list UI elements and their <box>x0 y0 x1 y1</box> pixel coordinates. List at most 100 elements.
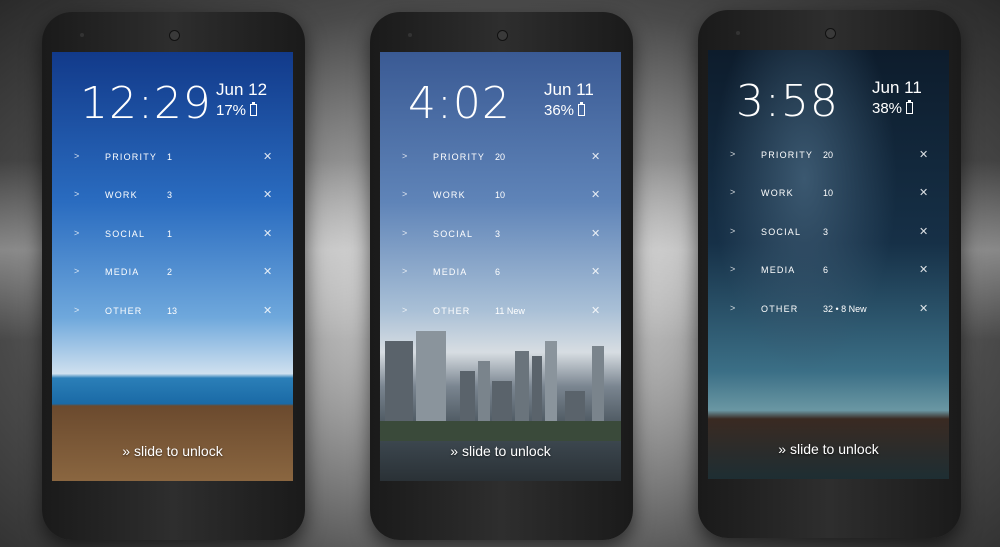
chevron-right-icon[interactable]: > <box>730 149 736 159</box>
battery-icon <box>578 102 586 116</box>
battery-level: 17% <box>216 102 247 119</box>
lock-screen: 3:58 Jun 11 38% > PRIORITY 20 ✕ > WORK 1… <box>708 50 949 479</box>
chevron-right-icon[interactable]: > <box>402 151 408 161</box>
group-count: 32 • 8 New <box>823 303 867 314</box>
group-count: 6 <box>495 267 501 278</box>
group-count: 20 <box>823 150 834 160</box>
group-label: OTHER <box>105 305 143 316</box>
close-icon[interactable]: ✕ <box>919 186 929 199</box>
close-icon[interactable]: ✕ <box>591 265 601 278</box>
sensor <box>736 31 740 35</box>
battery-status: 38% <box>872 100 914 117</box>
chevron-right-icon[interactable]: > <box>402 228 408 238</box>
close-icon[interactable]: ✕ <box>919 225 929 238</box>
close-icon[interactable]: ✕ <box>919 263 929 276</box>
slide-to-unlock[interactable]: » slide to unlock <box>380 443 621 459</box>
group-label: SOCIAL <box>105 228 146 239</box>
group-label: WORK <box>761 188 794 199</box>
group-label: SOCIAL <box>433 228 474 239</box>
group-count: 10 <box>823 188 834 199</box>
group-label: MEDIA <box>105 267 140 278</box>
battery-level: 36% <box>544 102 575 119</box>
chevron-right-icon[interactable]: > <box>402 189 408 199</box>
group-count: 3 <box>823 226 829 237</box>
notification-group-other[interactable]: > OTHER 13 ✕ <box>52 301 293 321</box>
group-label: OTHER <box>433 305 471 316</box>
date: Jun 11 <box>544 80 594 99</box>
close-icon[interactable]: ✕ <box>591 227 601 240</box>
clock: 12:29 <box>80 78 212 129</box>
group-count: 3 <box>167 190 173 201</box>
notification-group-other[interactable]: > OTHER 32 • 8 New ✕ <box>708 299 949 319</box>
notification-group-social[interactable]: > SOCIAL 3 ✕ <box>380 224 621 244</box>
group-count: 2 <box>167 267 173 278</box>
group-count: 10 <box>495 190 506 201</box>
close-icon[interactable]: ✕ <box>263 150 273 163</box>
chevron-right-icon[interactable]: > <box>730 264 736 274</box>
group-label: PRIORITY <box>105 152 158 162</box>
notification-group-priority[interactable]: > PRIORITY 1 ✕ <box>52 147 293 167</box>
chevron-right-icon[interactable]: > <box>74 228 80 238</box>
sensor <box>80 33 84 37</box>
group-label: WORK <box>433 190 466 201</box>
front-camera <box>497 30 508 41</box>
lock-screen: 4:02 Jun 11 36% > PRIORITY 20 ✕ > WORK 1… <box>380 52 621 481</box>
close-icon[interactable]: ✕ <box>263 265 273 278</box>
chevron-right-icon[interactable]: > <box>74 189 80 199</box>
chevron-right-icon[interactable]: > <box>74 305 80 315</box>
chevron-right-icon[interactable]: > <box>402 305 408 315</box>
date: Jun 11 <box>872 78 922 97</box>
group-label: MEDIA <box>433 267 468 278</box>
notification-group-priority[interactable]: > PRIORITY 20 ✕ <box>708 145 949 165</box>
group-count: 20 <box>495 152 506 162</box>
battery-icon <box>250 102 258 116</box>
close-icon[interactable]: ✕ <box>591 188 601 201</box>
chevron-right-icon[interactable]: > <box>74 151 80 161</box>
chevron-right-icon[interactable]: > <box>402 266 408 276</box>
front-camera <box>825 28 836 39</box>
notification-group-media[interactable]: > MEDIA 6 ✕ <box>380 262 621 282</box>
group-label: WORK <box>105 190 138 201</box>
group-label: OTHER <box>761 303 799 314</box>
group-label: MEDIA <box>761 265 796 276</box>
battery-level: 38% <box>872 100 903 117</box>
close-icon[interactable]: ✕ <box>919 302 929 315</box>
notification-group-other[interactable]: > OTHER 11 New ✕ <box>380 301 621 321</box>
close-icon[interactable]: ✕ <box>263 227 273 240</box>
phone-2: 4:02 Jun 11 36% > PRIORITY 20 ✕ > WORK 1… <box>370 12 633 540</box>
group-count: 11 New <box>495 305 525 316</box>
clock: 3:58 <box>736 76 839 127</box>
slide-to-unlock[interactable]: » slide to unlock <box>708 441 949 457</box>
clock: 4:02 <box>408 78 511 129</box>
notification-group-work[interactable]: > WORK 3 ✕ <box>52 185 293 205</box>
battery-status: 17% <box>216 102 258 119</box>
group-label: SOCIAL <box>761 226 802 237</box>
chevron-right-icon[interactable]: > <box>730 187 736 197</box>
close-icon[interactable]: ✕ <box>591 150 601 163</box>
notification-group-priority[interactable]: > PRIORITY 20 ✕ <box>380 147 621 167</box>
notification-group-work[interactable]: > WORK 10 ✕ <box>380 185 621 205</box>
battery-status: 36% <box>544 102 586 119</box>
date: Jun 12 <box>216 80 268 99</box>
close-icon[interactable]: ✕ <box>263 188 273 201</box>
group-count: 6 <box>823 265 829 276</box>
front-camera <box>169 30 180 41</box>
group-count: 3 <box>495 228 501 239</box>
sensor <box>408 33 412 37</box>
city-skyline <box>380 331 621 441</box>
notification-group-media[interactable]: > MEDIA 6 ✕ <box>708 260 949 280</box>
chevron-right-icon[interactable]: > <box>730 226 736 236</box>
close-icon[interactable]: ✕ <box>263 304 273 317</box>
notification-group-social[interactable]: > SOCIAL 1 ✕ <box>52 224 293 244</box>
chevron-right-icon[interactable]: > <box>74 266 80 276</box>
chevron-right-icon[interactable]: > <box>730 303 736 313</box>
battery-icon <box>906 100 914 114</box>
group-count: 1 <box>167 228 173 239</box>
close-icon[interactable]: ✕ <box>919 148 929 161</box>
slide-to-unlock[interactable]: » slide to unlock <box>52 443 293 459</box>
notification-group-social[interactable]: > SOCIAL 3 ✕ <box>708 222 949 242</box>
close-icon[interactable]: ✕ <box>591 304 601 317</box>
notification-group-work[interactable]: > WORK 10 ✕ <box>708 183 949 203</box>
notification-group-media[interactable]: > MEDIA 2 ✕ <box>52 262 293 282</box>
phone-1: 12:29 Jun 12 17% > PRIORITY 1 ✕ > WORK 3… <box>42 12 305 540</box>
